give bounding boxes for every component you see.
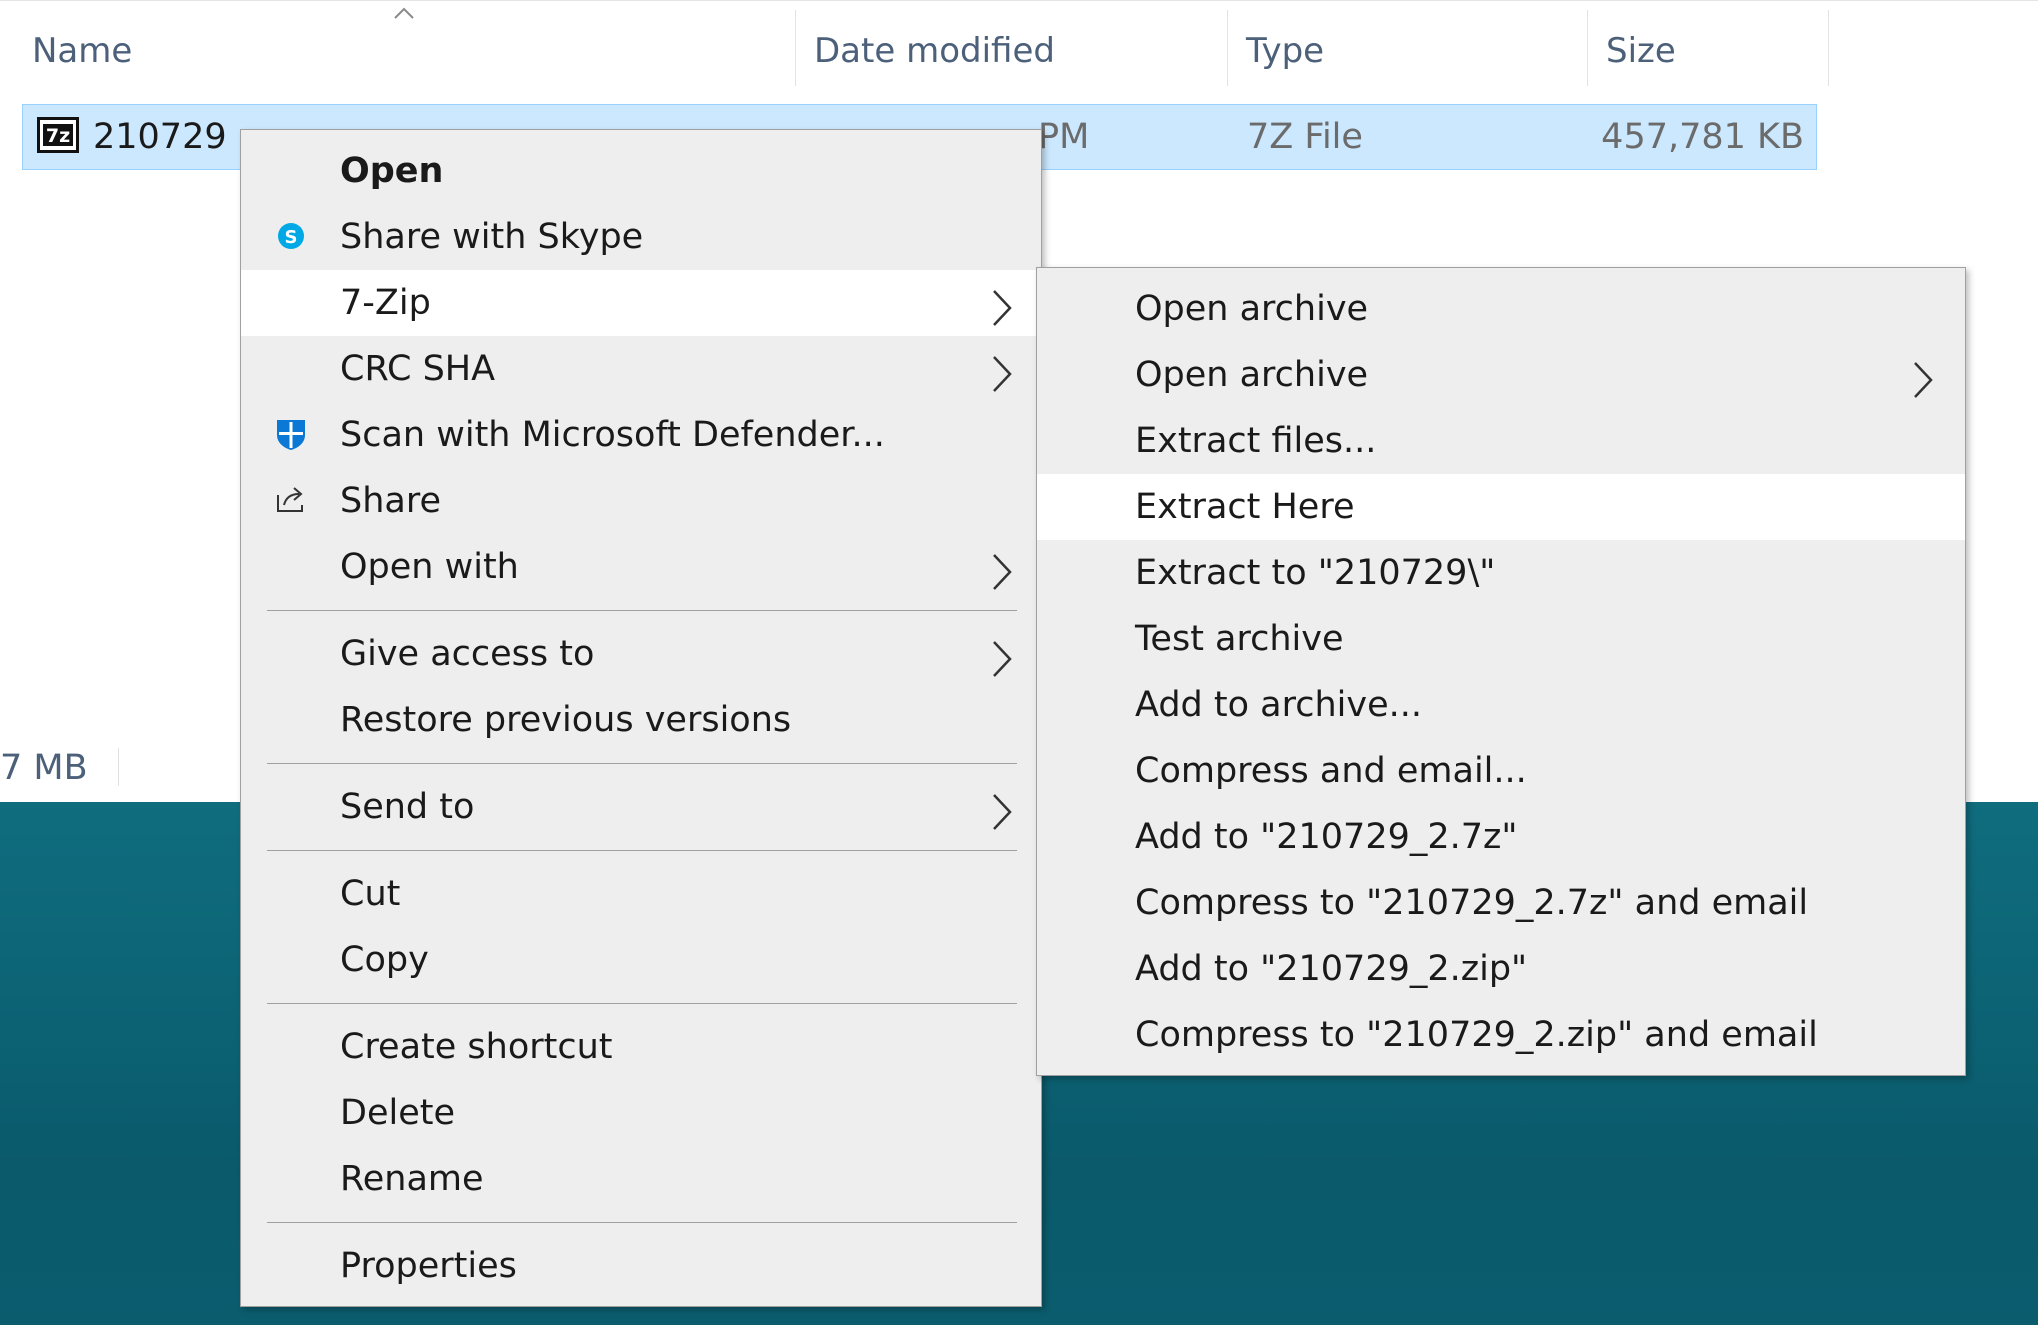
chevron-right-icon (993, 290, 1012, 326)
menu-item-label: Create shortcut (340, 1027, 613, 1067)
menu-item-create-shortcut[interactable]: Create shortcut (241, 1014, 1041, 1080)
menu-item-label: Extract Here (1135, 487, 1355, 527)
submenu-item-compress-zip-email[interactable]: Compress to "210729_2.zip" and email (1037, 1002, 1965, 1068)
submenu-item-extract-here[interactable]: Extract Here (1037, 474, 1965, 540)
menu-item-label: Open with (340, 547, 519, 587)
menu-item-label: Properties (340, 1246, 517, 1286)
7z-icon-label: 7z (46, 125, 70, 147)
submenu-item-extract-to-folder[interactable]: Extract to "210729\" (1037, 540, 1965, 606)
menu-item-label: Open archive (1135, 289, 1369, 329)
chevron-right-icon (993, 794, 1012, 830)
menu-item-send-to[interactable]: Send to (241, 774, 1041, 840)
menu-item-share-with-skype[interactable]: S Share with Skype (241, 204, 1041, 270)
menu-item-delete[interactable]: Delete (241, 1080, 1041, 1146)
menu-item-open-with[interactable]: Open with (241, 534, 1041, 600)
menu-item-label: Share (340, 481, 442, 521)
file-type: 7Z File (1247, 117, 1363, 157)
menu-item-crc-sha[interactable]: CRC SHA (241, 336, 1041, 402)
submenu-item-add-to-7z[interactable]: Add to "210729_2.7z" (1037, 804, 1965, 870)
submenu-item-add-to-archive[interactable]: Add to archive... (1037, 672, 1965, 738)
status-separator (118, 748, 119, 786)
7z-archive-icon: 7z (37, 117, 79, 153)
column-header-type[interactable]: Type (1214, 18, 1587, 84)
menu-separator (267, 850, 1017, 851)
menu-separator (267, 610, 1017, 611)
menu-item-rename[interactable]: Rename (241, 1146, 1041, 1212)
menu-item-give-access-to[interactable]: Give access to (241, 621, 1041, 687)
menu-item-label: Delete (340, 1093, 455, 1133)
submenu-item-add-to-zip[interactable]: Add to "210729_2.zip" (1037, 936, 1965, 1002)
menu-item-label: Open (340, 151, 444, 191)
menu-item-label: Copy (340, 940, 429, 980)
menu-separator (267, 1222, 1017, 1223)
menu-item-properties[interactable]: Properties (241, 1233, 1041, 1299)
menu-item-label: Add to "210729_2.zip" (1135, 949, 1528, 989)
column-header-date-modified[interactable]: Date modified (782, 18, 1227, 84)
svg-text:S: S (285, 227, 298, 248)
chevron-right-icon (993, 356, 1012, 392)
menu-item-label: Compress to "210729_2.zip" and email (1135, 1015, 1818, 1055)
menu-item-label: Add to archive... (1135, 685, 1422, 725)
menu-item-label: Extract to "210729\" (1135, 553, 1496, 593)
chevron-right-icon (1914, 362, 1933, 398)
menu-item-share[interactable]: Share (241, 468, 1041, 534)
file-name[interactable]: 210729 (93, 105, 227, 169)
menu-item-copy[interactable]: Copy (241, 927, 1041, 993)
menu-item-label: Scan with Microsoft Defender... (340, 415, 885, 455)
menu-item-7-zip[interactable]: 7-Zip (241, 270, 1041, 336)
menu-item-label: Compress and email... (1135, 751, 1527, 791)
file-date-modified: PM (1038, 117, 1090, 157)
menu-item-label: Cut (340, 874, 401, 914)
chevron-right-icon (993, 641, 1012, 677)
menu-item-label: Test archive (1135, 619, 1344, 659)
menu-item-label: Send to (340, 787, 475, 827)
column-separator[interactable] (1828, 10, 1829, 86)
submenu-item-open-archive-more[interactable]: Open archive (1037, 342, 1965, 408)
menu-item-label: 7-Zip (340, 283, 431, 323)
share-icon (277, 487, 303, 512)
column-header-size[interactable]: Size (1574, 18, 1828, 84)
skype-icon: S (278, 223, 304, 249)
submenu-item-compress-and-email[interactable]: Compress and email... (1037, 738, 1965, 804)
context-menu: Open S Share with Skype 7-Zip CRC SHA Sc… (240, 129, 1042, 1307)
7-zip-submenu: Open archive Open archive Extract files.… (1036, 267, 1966, 1076)
menu-item-label: Open archive (1135, 355, 1369, 395)
menu-item-label: Restore previous versions (340, 700, 792, 740)
menu-item-label: CRC SHA (340, 349, 496, 389)
menu-item-label: Share with Skype (340, 217, 644, 257)
menu-item-label: Rename (340, 1159, 484, 1199)
menu-item-open[interactable]: Open (241, 138, 1041, 204)
submenu-item-extract-files[interactable]: Extract files... (1037, 408, 1965, 474)
menu-item-restore-previous-versions[interactable]: Restore previous versions (241, 687, 1041, 753)
submenu-item-open-archive[interactable]: Open archive (1037, 276, 1965, 342)
menu-item-cut[interactable]: Cut (241, 861, 1041, 927)
chevron-right-icon (993, 554, 1012, 590)
menu-separator (267, 763, 1017, 764)
menu-item-label: Compress to "210729_2.7z" and email (1135, 883, 1809, 923)
menu-item-label: Extract files... (1135, 421, 1377, 461)
status-selected-size: 7 MB (0, 748, 88, 788)
menu-item-scan-with-defender[interactable]: Scan with Microsoft Defender... (241, 402, 1041, 468)
defender-shield-icon (277, 420, 305, 450)
menu-item-label: Add to "210729_2.7z" (1135, 817, 1518, 857)
menu-separator (267, 1003, 1017, 1004)
menu-item-label: Give access to (340, 634, 595, 674)
submenu-item-compress-7z-email[interactable]: Compress to "210729_2.7z" and email (1037, 870, 1965, 936)
column-header-name[interactable]: Name (0, 18, 795, 84)
header-top-border (0, 0, 2038, 1)
file-size: 457,781 KB (1601, 117, 1804, 157)
submenu-item-test-archive[interactable]: Test archive (1037, 606, 1965, 672)
